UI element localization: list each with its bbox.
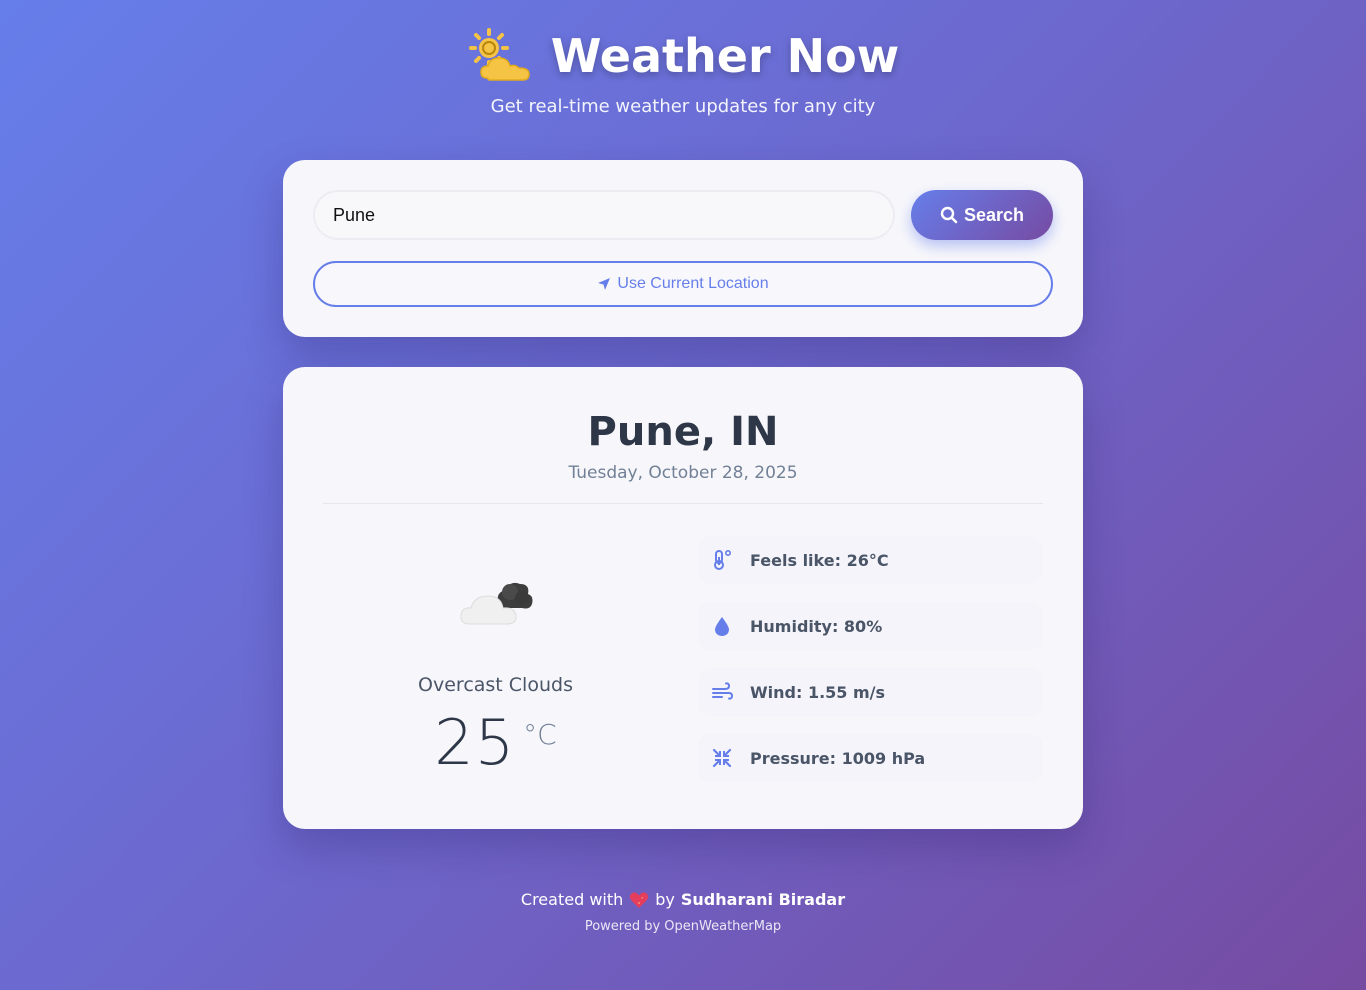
weather-details: Feels like: 26°C Humidity: 80% Wind: 1.5… [698, 536, 1043, 782]
author-name: Sudharani Biradar [680, 890, 846, 909]
detail-humidity: Humidity: 80% [698, 602, 1043, 650]
temperature-row: 25 °C [434, 712, 556, 774]
droplet-icon [710, 614, 734, 638]
by-text: by [655, 890, 675, 909]
location-button-label: Use Current Location [617, 275, 769, 292]
humidity-text: Humidity: 80% [750, 616, 883, 636]
weather-condition: Overcast Clouds [418, 674, 573, 696]
page-subtitle: Get real-time weather updates for any ci… [490, 96, 876, 117]
detail-feels-like: Feels like: 26°C [698, 536, 1043, 584]
detail-pressure: Pressure: 1009 hPa [698, 734, 1043, 782]
wind-icon [710, 680, 734, 704]
divider [323, 503, 1043, 504]
search-icon [940, 206, 958, 224]
use-current-location-button[interactable]: Use Current Location [313, 261, 1053, 307]
page-footer: Created with by Sudharani Biradar Powere… [0, 890, 1366, 934]
powered-by-text: Powered by OpenWeatherMap [584, 919, 782, 934]
search-card: Search Use Current Location [283, 160, 1083, 337]
feels-like-text: Feels like: 26°C [750, 550, 889, 570]
wind-text: Wind: 1.55 m/s [750, 682, 886, 702]
pressure-text: Pressure: 1009 hPa [750, 748, 926, 768]
city-search-input[interactable] [313, 190, 895, 240]
city-name: Pune, IN [587, 409, 779, 455]
location-arrow-icon [598, 278, 611, 290]
search-button[interactable]: Search [911, 190, 1053, 240]
weather-summary: Overcast Clouds 25 °C [323, 536, 668, 782]
temperature-value: 25 [434, 706, 516, 779]
current-date: Tuesday, October 28, 2025 [568, 463, 798, 483]
created-with-text: Created with [520, 890, 624, 909]
thermometer-icon [710, 548, 734, 572]
footer-credit: Created with by Sudharani Biradar [0, 890, 1366, 909]
sparkling-heart-icon [630, 891, 649, 908]
sun-behind-cloud-icon [468, 28, 530, 81]
compress-icon [710, 746, 734, 770]
title-row: Weather Now [0, 26, 1366, 86]
overcast-clouds-icon [459, 582, 532, 625]
weather-card: Pune, IN Tuesday, October 28, 2025 Overc… [283, 367, 1083, 829]
weather-body: Overcast Clouds 25 °C Feels like: 26°C H… [323, 536, 1043, 782]
temperature-unit: °C [523, 718, 557, 751]
page-header: Weather Now Get real-time weather update… [0, 26, 1366, 117]
search-button-label: Search [963, 204, 1025, 225]
search-row: Search [313, 190, 1053, 240]
detail-wind: Wind: 1.55 m/s [698, 668, 1043, 716]
page-title: Weather Now [550, 29, 900, 83]
